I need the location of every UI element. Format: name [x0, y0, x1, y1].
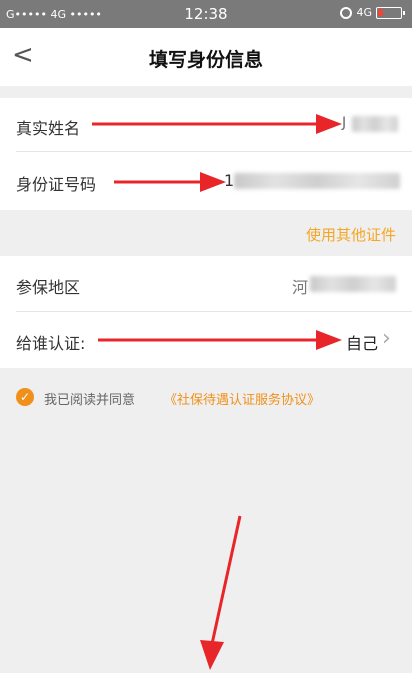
chevron-right-icon: ›	[382, 326, 391, 351]
insured-region-row[interactable]: 参保地区 河	[0, 256, 412, 312]
real-name-row[interactable]: 真实姓名 J	[0, 98, 412, 152]
other-id-link[interactable]: 使用其他证件	[306, 224, 396, 245]
agreement-text: 我已阅读并同意	[44, 393, 136, 408]
insured-region-masked	[310, 276, 396, 292]
nav-bar: < 填写身份信息	[0, 28, 412, 86]
real-name-masked	[352, 116, 398, 132]
id-number-label: 身份证号码	[16, 175, 97, 194]
id-number-row[interactable]: 身份证号码 1	[0, 152, 412, 210]
alarm-icon	[340, 6, 353, 19]
status-right: 4G	[340, 6, 405, 19]
battery-icon	[376, 6, 405, 19]
certify-for-value: 自己	[346, 334, 379, 353]
arrow-down-head	[200, 640, 224, 670]
id-number-masked	[234, 173, 400, 189]
real-name-value: J	[342, 115, 347, 131]
agreement-protocol-link[interactable]: 《社保待遇认证服务协议》	[164, 389, 320, 408]
page-title: 填写身份信息	[148, 49, 263, 71]
network-type: 4G	[356, 6, 372, 19]
certify-for-label: 给谁认证:	[16, 334, 86, 353]
id-number-value: 1	[224, 171, 235, 190]
agreement-row: ✓ 我已阅读并同意 《社保待遇认证服务协议》	[16, 386, 396, 410]
agree-checkbox-icon[interactable]: ✓	[16, 388, 34, 406]
real-name-label: 真实姓名	[16, 119, 81, 138]
other-id-row: 使用其他证件	[0, 210, 412, 256]
certify-for-row[interactable]: 给谁认证: 自己 ›	[0, 312, 412, 368]
status-bar: G••••• 4G ••••• 12:38 4G	[0, 0, 412, 28]
insured-region-label: 参保地区	[16, 278, 81, 297]
arrow-down	[210, 515, 242, 645]
insured-region-value: 河	[292, 278, 309, 297]
